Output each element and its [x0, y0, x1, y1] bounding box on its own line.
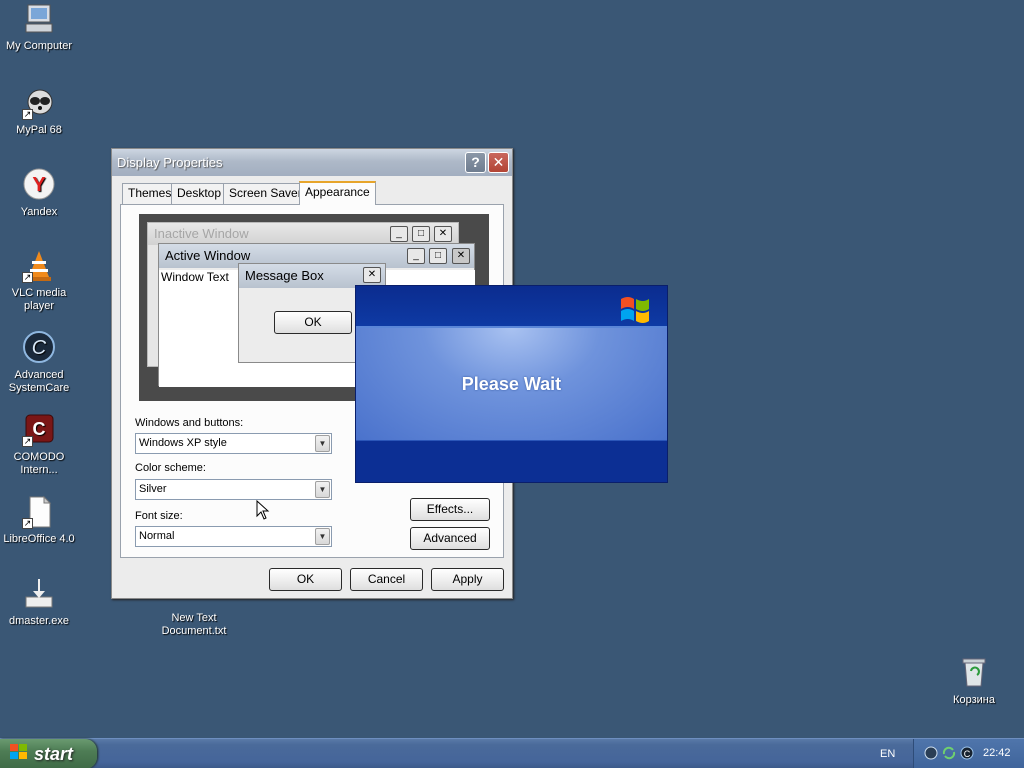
start-button[interactable]: start: [0, 739, 97, 768]
maximize-icon: □: [412, 226, 430, 242]
tab-themes[interactable]: Themes: [122, 183, 178, 204]
shortcut-arrow-icon: ↗: [22, 518, 33, 529]
desktop-icon-libreoffice[interactable]: ↗ LibreOffice 4.0: [0, 495, 78, 546]
svg-text:Y: Y: [32, 174, 46, 196]
desktop-icon-label: MyPal 68: [16, 124, 62, 136]
font-size-label: Font size:: [135, 510, 183, 522]
close-button[interactable]: ✕: [488, 152, 509, 173]
dialog-titlebar[interactable]: Display Properties: [112, 149, 512, 176]
systemcare-icon: C: [22, 331, 56, 365]
splash-footer: [356, 440, 667, 482]
font-size-select[interactable]: Normal ▼: [135, 526, 332, 547]
document-icon: ↗: [22, 495, 56, 529]
desktop-icon-label: dmaster.exe: [9, 615, 69, 627]
desktop-icon-label: Advanced SystemCare: [8, 369, 70, 394]
windows-buttons-value: Windows XP style: [139, 437, 227, 449]
tray-systemcare-icon[interactable]: C: [960, 746, 974, 763]
desktop-icon-label: My Computer: [5, 40, 73, 52]
comodo-icon: C ↗: [22, 413, 56, 447]
splash-body: Please Wait: [356, 328, 667, 440]
windows-buttons-select[interactable]: Windows XP style ▼: [135, 433, 332, 454]
please-wait-message: Please Wait: [461, 373, 562, 394]
color-scheme-label: Color scheme:: [135, 462, 206, 474]
svg-text:C: C: [32, 337, 47, 359]
ok-button[interactable]: OK: [269, 568, 342, 591]
advanced-button[interactable]: Advanced: [410, 527, 490, 550]
chevron-down-icon[interactable]: ▼: [315, 481, 330, 498]
desktop-icon-recycle-bin[interactable]: Корзина: [935, 656, 1013, 707]
mouse-cursor-icon: [256, 499, 270, 523]
recycle-bin-icon: [957, 656, 991, 690]
svg-text:C: C: [964, 749, 971, 759]
desktop-icon-label: COMODO Intern...: [13, 451, 65, 476]
help-button[interactable]: ?: [465, 152, 486, 173]
font-size-value: Normal: [139, 530, 175, 542]
windows-flag-icon: [618, 292, 652, 327]
close-icon: ✕: [363, 267, 381, 283]
tab-screen-saver[interactable]: Screen Saver: [223, 183, 308, 204]
chevron-down-icon[interactable]: ▼: [315, 435, 330, 452]
shortcut-arrow-icon: ↗: [22, 436, 33, 447]
tab-desktop[interactable]: Desktop: [171, 183, 228, 204]
shortcut-arrow-icon: ↗: [22, 109, 33, 120]
effects-button[interactable]: Effects...: [410, 498, 490, 521]
windows-flag-icon: [10, 743, 28, 765]
desktop-icon-mypal[interactable]: ↗ MyPal 68: [0, 86, 78, 137]
apply-button[interactable]: Apply: [431, 568, 504, 591]
splash-header: [356, 286, 667, 328]
maximize-icon: □: [429, 248, 447, 264]
raccoon-icon: ↗: [22, 86, 56, 120]
color-scheme-value: Silver: [139, 483, 167, 495]
cancel-button[interactable]: Cancel: [350, 568, 423, 591]
please-wait-splash: Please Wait: [355, 285, 668, 483]
minimize-icon: _: [390, 226, 408, 242]
windows-buttons-label: Windows and buttons:: [135, 417, 244, 429]
minimize-icon: _: [407, 248, 425, 264]
desktop-icon-dmaster[interactable]: dmaster.exe: [0, 577, 78, 628]
svg-text:C: C: [33, 419, 46, 439]
download-icon: [22, 577, 56, 611]
desktop-icon-my-computer[interactable]: My Computer: [0, 2, 78, 53]
desktop-icon-label: Yandex: [20, 206, 58, 218]
computer-icon: [22, 2, 56, 36]
desktop-icon-comodo[interactable]: C ↗ COMODO Intern...: [0, 413, 78, 477]
chevron-down-icon[interactable]: ▼: [315, 528, 330, 545]
clock[interactable]: 22:42: [983, 747, 1011, 759]
desktop-icon-new-text-document[interactable]: New Text Document.txt: [155, 612, 233, 638]
desktop-icon-label: VLC media player: [11, 287, 67, 312]
desktop-icon-vlc[interactable]: ↗ VLC media player: [0, 249, 78, 313]
desktop-icon-advanced-systemcare[interactable]: C Advanced SystemCare: [0, 331, 78, 395]
taskbar: start EN C 22:42: [0, 738, 1024, 768]
color-scheme-select[interactable]: Silver ▼: [135, 479, 332, 500]
desktop-icon-label: New Text Document.txt: [161, 612, 227, 637]
desktop-icon-label: LibreOffice 4.0: [3, 533, 75, 545]
close-icon: ✕: [452, 248, 470, 264]
tab-appearance[interactable]: Appearance: [299, 181, 376, 205]
tray-security-icon[interactable]: [924, 746, 938, 763]
shortcut-arrow-icon: ↗: [22, 272, 33, 283]
dialog-title: Display Properties: [117, 155, 223, 170]
tray-update-icon[interactable]: [942, 746, 956, 763]
desktop-icon-label: Корзина: [953, 694, 995, 706]
desktop-icon-yandex[interactable]: Y Yandex: [0, 168, 78, 219]
window-text-label: Window Text: [161, 270, 229, 284]
vlc-cone-icon: ↗: [22, 249, 56, 283]
start-label: start: [34, 743, 74, 764]
language-indicator[interactable]: EN: [880, 739, 895, 768]
close-icon: ✕: [434, 226, 452, 242]
system-tray: C 22:42: [913, 739, 1024, 768]
preview-ok-button: OK: [274, 311, 352, 334]
yandex-icon: Y: [22, 168, 56, 202]
